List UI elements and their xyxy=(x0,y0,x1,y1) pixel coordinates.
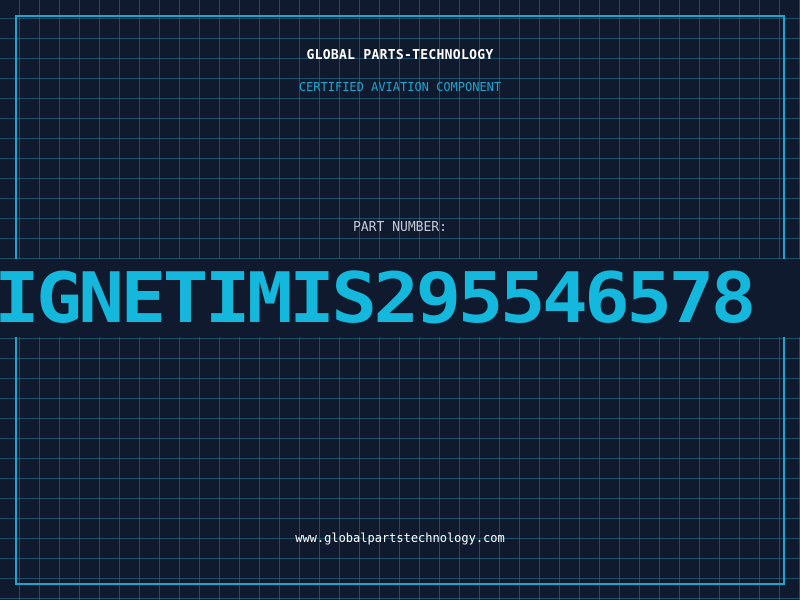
company-name: GLOBAL PARTS-TECHNOLOGY xyxy=(306,48,494,63)
part-number-value: IGNETIMIS295546578 xyxy=(0,256,756,339)
website-url: www.globalpartstechnology.com xyxy=(295,531,505,545)
tagline: CERTIFIED AVIATION COMPONENT xyxy=(298,80,502,94)
part-number-label: PART NUMBER: xyxy=(353,220,447,235)
